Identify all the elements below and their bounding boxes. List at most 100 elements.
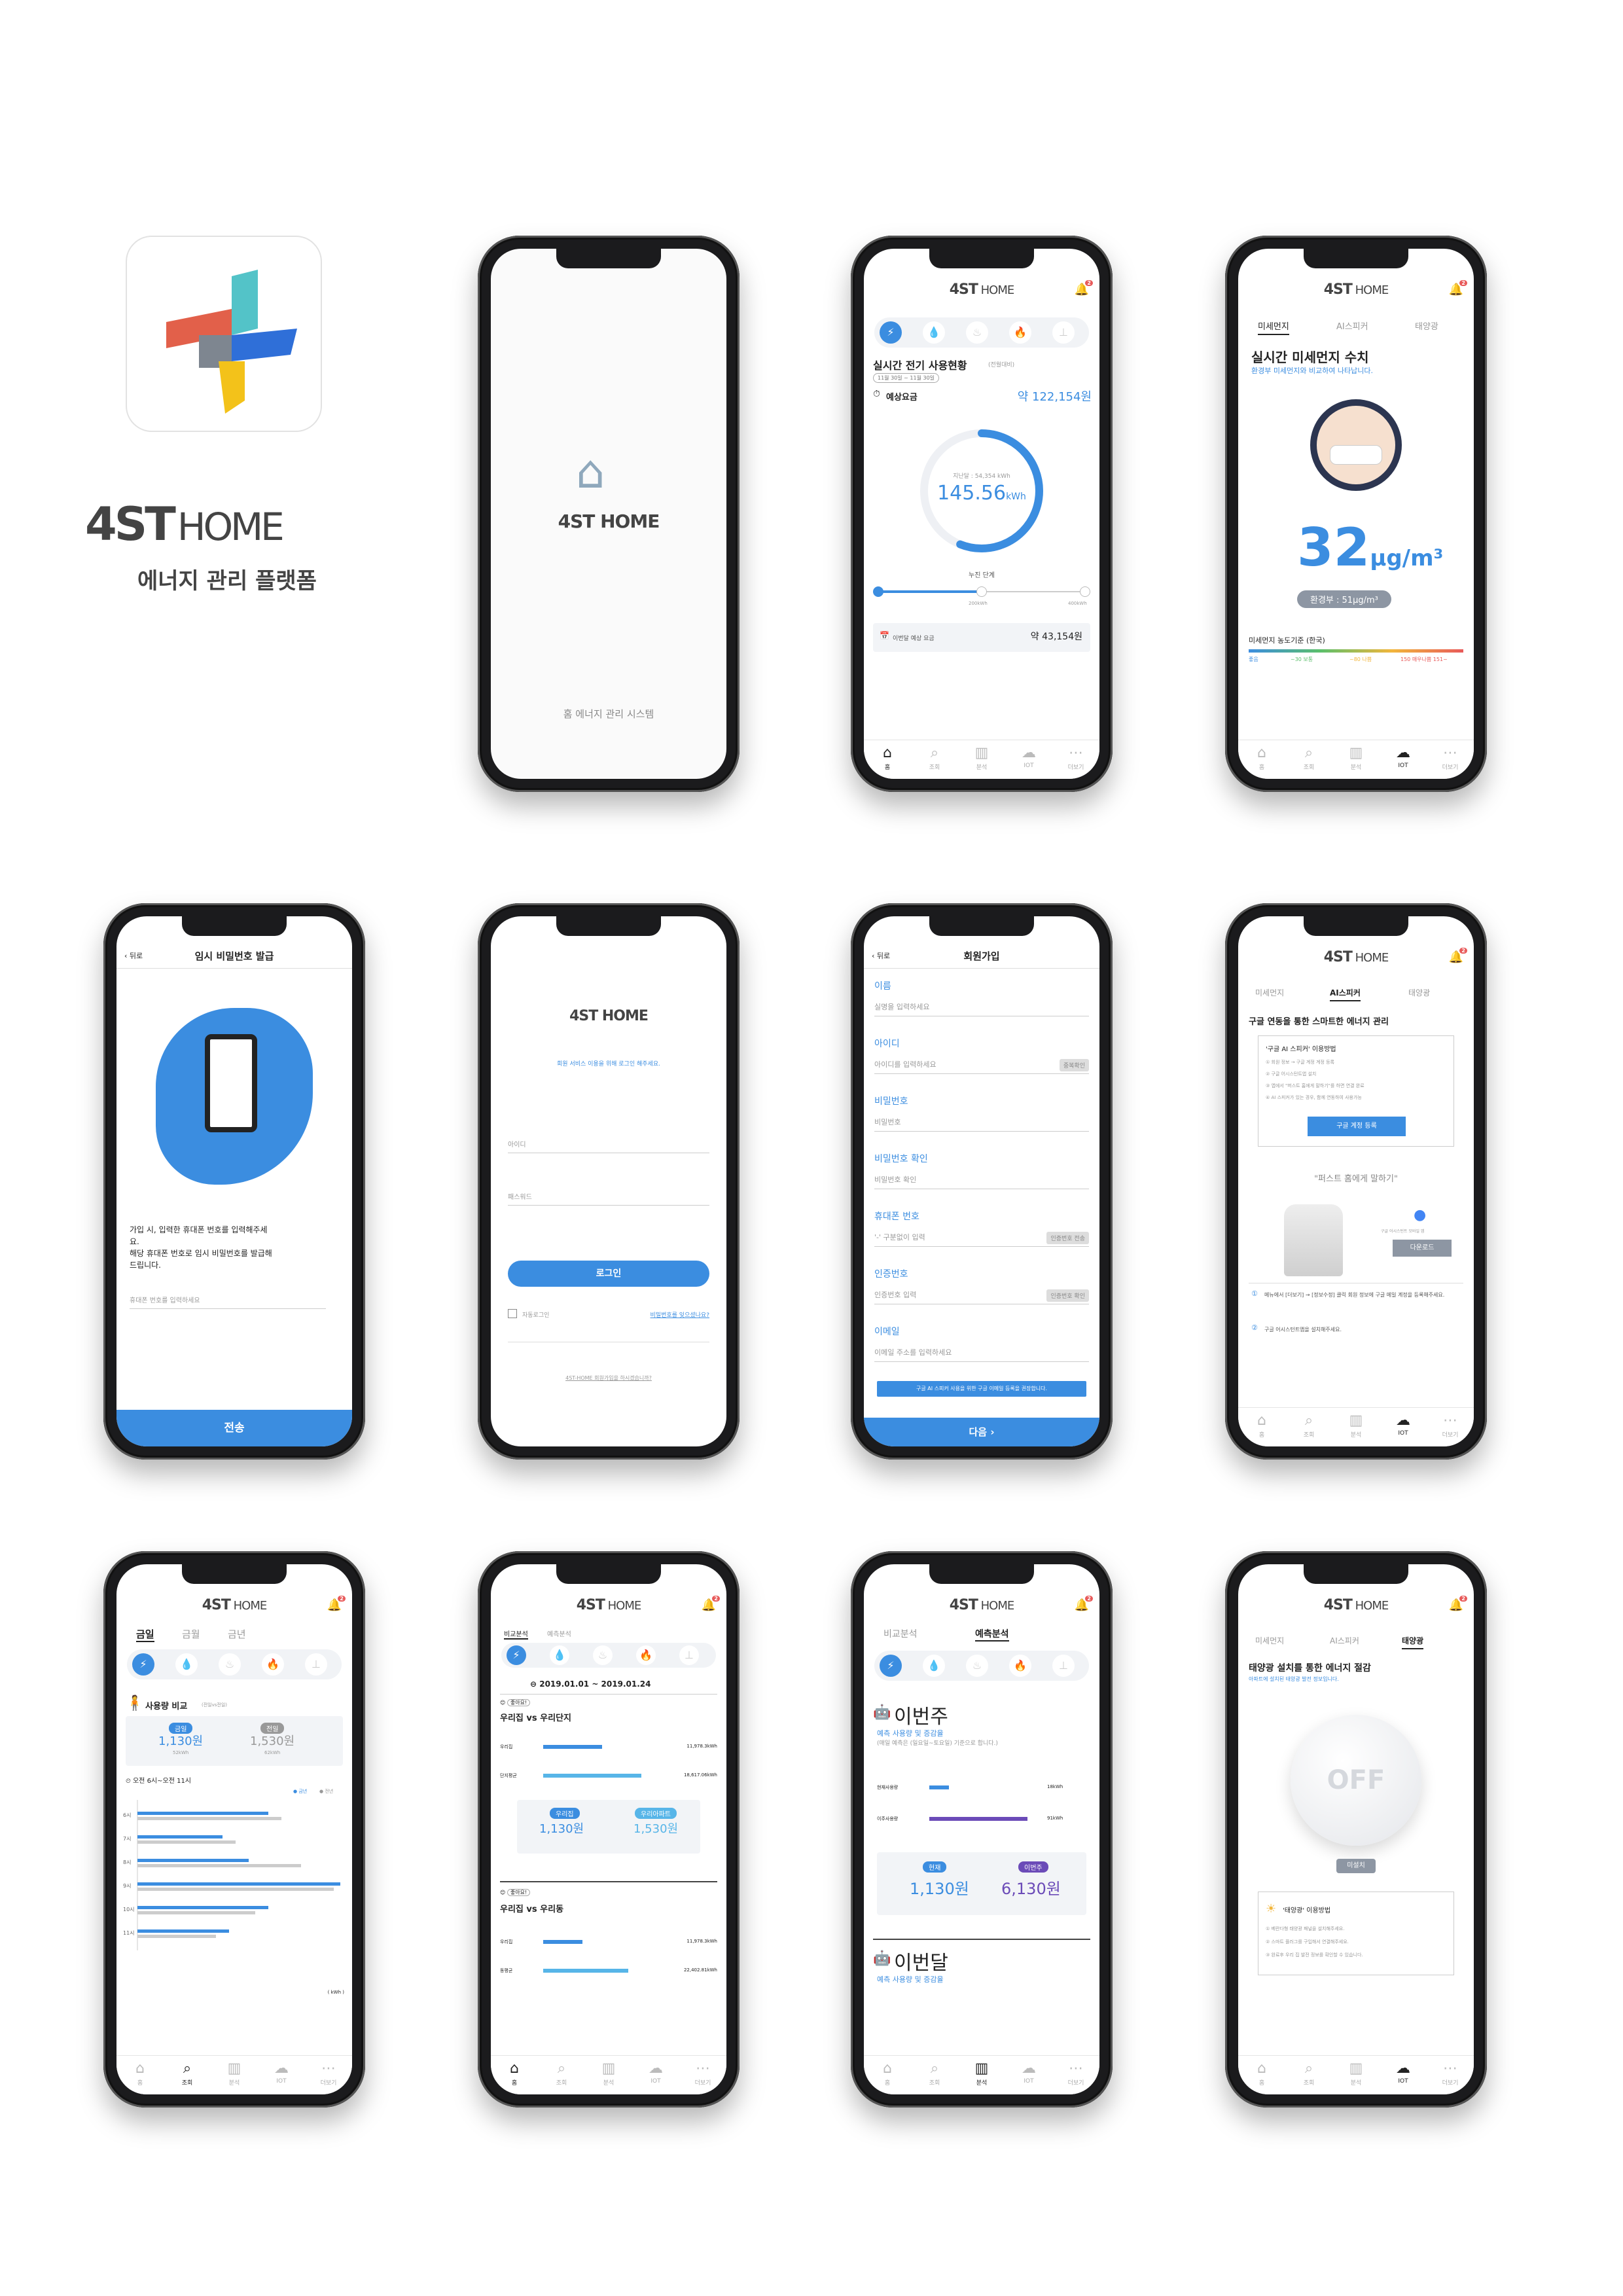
heating-icon[interactable]: ♨ — [593, 1645, 613, 1665]
tab-iot[interactable]: ☁ IOT — [258, 2060, 305, 2085]
hotwater-icon[interactable]: ⊥ — [679, 1645, 699, 1665]
tab-ai[interactable]: AI스피커 — [1330, 1635, 1359, 1646]
tab-more[interactable]: ⋯ 더보기 — [1052, 744, 1099, 771]
tab-more[interactable]: ⋯ 더보기 — [1427, 744, 1474, 771]
signup-input[interactable]: 아이디를 입력하세요 중복확인 — [874, 1059, 1089, 1074]
signup-input[interactable]: 실명을 입력하세요 — [874, 1001, 1089, 1016]
phone-number-input[interactable]: 휴대폰 번호를 입력하세요 — [130, 1295, 326, 1309]
electric-icon[interactable]: ⚡ — [880, 1655, 902, 1677]
heating-icon[interactable]: ♨ — [966, 1655, 988, 1677]
bell-icon[interactable]: 🔔 2 — [1449, 948, 1467, 964]
id-input[interactable]: 아이디 — [508, 1139, 709, 1153]
heating-icon[interactable]: ♨ — [219, 1653, 241, 1676]
tab-lookup[interactable]: ⌕ 조회 — [911, 744, 958, 771]
tab-iot[interactable]: ☁ IOT — [1380, 744, 1427, 769]
tab-dust[interactable]: 미세먼지 — [1255, 987, 1284, 998]
password-input[interactable]: 패스워드 — [508, 1191, 709, 1206]
tab-solar[interactable]: 태양광 — [1408, 987, 1430, 998]
bell-icon[interactable]: 🔔 2 — [1075, 1596, 1093, 1612]
tab-analysis[interactable]: ▥ 분석 — [211, 2060, 258, 2087]
tab-lookup[interactable]: ⌕ 조회 — [164, 2060, 211, 2087]
tab-home[interactable]: ⌂ 홈 — [491, 2060, 538, 2087]
date-chip[interactable]: 11월 30일 ~ 11월 30일 — [873, 373, 940, 383]
heating-icon[interactable]: ♨ — [966, 321, 988, 344]
tab-analysis[interactable]: ▥ 분석 — [1332, 1412, 1380, 1439]
tab-year[interactable]: 금년 — [228, 1627, 246, 1641]
gas-icon[interactable]: 🔥 — [262, 1653, 284, 1676]
signup-field-button[interactable]: 인증번호 확인 — [1046, 1289, 1089, 1302]
tab-analysis[interactable]: ▥ 분석 — [1332, 2060, 1380, 2087]
tab-analysis[interactable]: ▥ 분석 — [958, 2060, 1005, 2087]
signup-input[interactable]: '-' 구분없이 입력 인증번호 전송 — [874, 1232, 1089, 1247]
signup-input[interactable]: 비밀번호 확인 — [874, 1174, 1089, 1189]
next-button[interactable]: 다음 › — [864, 1418, 1099, 1446]
tab-home[interactable]: ⌂ 홈 — [116, 2060, 164, 2087]
tab-ai[interactable]: AI스피커 — [1336, 319, 1368, 332]
tab-home[interactable]: ⌂ 홈 — [1238, 2060, 1285, 2087]
signup-field-button[interactable]: 인증번호 전송 — [1046, 1232, 1089, 1244]
tab-month[interactable]: 금월 — [182, 1627, 200, 1641]
tab-home[interactable]: ⌂ 홈 — [1238, 1412, 1285, 1439]
tab-dust[interactable]: 미세먼지 — [1258, 319, 1289, 335]
gas-icon[interactable]: 🔥 — [1009, 1655, 1031, 1677]
tab-iot[interactable]: ☁ IOT — [1005, 744, 1052, 769]
tab-lookup[interactable]: ⌕ 조회 — [1285, 744, 1332, 771]
hotwater-icon[interactable]: ⊥ — [305, 1653, 327, 1676]
bell-icon[interactable]: 🔔 2 — [702, 1596, 720, 1612]
water-icon[interactable]: 💧 — [550, 1645, 569, 1665]
off-button[interactable]: OFF — [1291, 1715, 1421, 1846]
tab-analysis[interactable]: ▥ 분석 — [585, 2060, 632, 2087]
login-button[interactable]: 로그인 — [508, 1261, 709, 1287]
tab-more[interactable]: ⋯ 더보기 — [679, 2060, 726, 2087]
join-link[interactable]: 4ST-HOME 회원가입을 하시겠습니까? — [491, 1374, 726, 1382]
signup-input[interactable]: 비밀번호 — [874, 1117, 1089, 1132]
gas-icon[interactable]: 🔥 — [636, 1645, 656, 1665]
tab-iot[interactable]: ☁ IOT — [1380, 2060, 1427, 2085]
bell-icon[interactable]: 🔔 2 — [1075, 280, 1093, 296]
tab-more[interactable]: ⋯ 더보기 — [305, 2060, 352, 2087]
tab-analysis[interactable]: ▥ 분석 — [1332, 744, 1380, 771]
bell-icon[interactable]: 🔔 2 — [1449, 280, 1467, 296]
tab-solar[interactable]: 태양광 — [1402, 1635, 1424, 1649]
tab-iot[interactable]: ☁ IOT — [1380, 1412, 1427, 1437]
tab-predict[interactable]: 예측분석 — [975, 1627, 1009, 1641]
tab-dust[interactable]: 미세먼지 — [1255, 1635, 1284, 1646]
tab-home[interactable]: ⌂ 홈 — [1238, 744, 1285, 771]
water-icon[interactable]: 💧 — [923, 1655, 945, 1677]
electric-icon[interactable]: ⚡ — [507, 1645, 526, 1665]
electric-icon[interactable]: ⚡ — [132, 1653, 154, 1676]
tab-ai[interactable]: AI스피커 — [1330, 987, 1361, 1001]
forgot-password-link[interactable]: 비밀번호를 잊으셨나요? — [651, 1310, 709, 1319]
signup-input[interactable]: 인증번호 입력 인증번호 확인 — [874, 1289, 1089, 1304]
tab-lookup[interactable]: ⌕ 조회 — [1285, 1412, 1332, 1439]
google-register-button[interactable]: 구글 계정 등록 — [1308, 1117, 1406, 1136]
electric-icon[interactable]: ⚡ — [880, 321, 902, 344]
tab-solar[interactable]: 태양광 — [1415, 319, 1438, 332]
tab-home[interactable]: ⌂ 홈 — [864, 2060, 911, 2087]
tab-lookup[interactable]: ⌕ 조회 — [538, 2060, 585, 2087]
signup-input[interactable]: 이메일 주소를 입력하세요 — [874, 1347, 1089, 1362]
hotwater-icon[interactable]: ⊥ — [1052, 321, 1075, 344]
signup-field-button[interactable]: 중복확인 — [1059, 1059, 1089, 1071]
gas-icon[interactable]: 🔥 — [1009, 321, 1031, 344]
tab-analysis[interactable]: ▥ 분석 — [958, 744, 1005, 771]
tab-compare[interactable]: 비교분석 — [504, 1628, 528, 1640]
tab-today[interactable]: 금일 — [136, 1627, 154, 1642]
tab-iot[interactable]: ☁ IOT — [1005, 2060, 1052, 2085]
auto-login-checkbox[interactable] — [508, 1309, 517, 1318]
tab-more[interactable]: ⋯ 더보기 — [1052, 2060, 1099, 2087]
bell-icon[interactable]: 🔔 2 — [1449, 1596, 1467, 1612]
tab-lookup[interactable]: ⌕ 조회 — [911, 2060, 958, 2087]
hotwater-icon[interactable]: ⊥ — [1052, 1655, 1075, 1677]
water-icon[interactable]: 💧 — [923, 321, 945, 344]
tab-iot[interactable]: ☁ IOT — [632, 2060, 679, 2085]
download-button[interactable]: 다운로드 — [1393, 1240, 1452, 1257]
bell-icon[interactable]: 🔔 2 — [327, 1596, 346, 1612]
tab-more[interactable]: ⋯ 더보기 — [1427, 1412, 1474, 1439]
tab-more[interactable]: ⋯ 더보기 — [1427, 2060, 1474, 2087]
tab-home[interactable]: ⌂ 홈 — [864, 744, 911, 771]
tab-lookup[interactable]: ⌕ 조회 — [1285, 2060, 1332, 2087]
water-icon[interactable]: 💧 — [175, 1653, 198, 1676]
tab-predict[interactable]: 예측분석 — [547, 1628, 571, 1638]
send-button[interactable]: 전송 — [116, 1410, 352, 1446]
